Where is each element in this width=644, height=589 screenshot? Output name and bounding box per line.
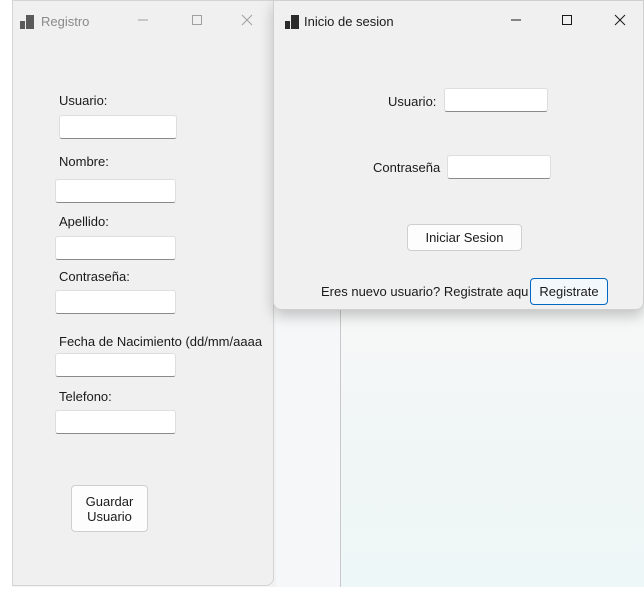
- login-usuario-label: Usuario:: [388, 94, 437, 109]
- apellido-field[interactable]: [55, 236, 176, 260]
- fecha-nacimiento-label: Fecha de Nacimiento (dd/mm/aaaa: [59, 334, 263, 349]
- registro-window: Registro Usuario: Nombre: Apellido: Cont…: [12, 0, 274, 586]
- login-contrasena-label: Contraseña: [373, 160, 441, 175]
- inicio-sesion-window: Inicio de sesion Usuario: Contraseña Ini…: [273, 0, 644, 310]
- maximize-icon[interactable]: [177, 5, 217, 35]
- usuario-field[interactable]: [59, 115, 177, 139]
- contrasena-label: Contraseña:: [59, 269, 130, 284]
- guardar-usuario-button[interactable]: Guardar Usuario: [71, 485, 148, 532]
- contrasena-field[interactable]: [55, 290, 176, 314]
- desktop-edge-left: [0, 0, 12, 589]
- minimize-icon[interactable]: [496, 5, 536, 35]
- registro-titlebar[interactable]: Registro: [13, 1, 273, 47]
- close-icon[interactable]: [227, 5, 267, 35]
- guardar-usuario-button-line1: Guardar: [85, 493, 134, 509]
- telefono-label: Telefono:: [59, 389, 112, 404]
- login-usuario-field[interactable]: [444, 88, 548, 112]
- minimize-icon[interactable]: [123, 5, 163, 35]
- registro-title: Registro: [41, 14, 90, 29]
- registrate-button[interactable]: Registrate: [530, 278, 608, 305]
- nombre-label: Nombre:: [59, 154, 109, 169]
- iniciar-sesion-button[interactable]: Iniciar Sesion: [407, 224, 522, 251]
- nombre-field[interactable]: [55, 179, 176, 203]
- inicio-sesion-title: Inicio de sesion: [304, 14, 394, 29]
- inicio-sesion-titlebar[interactable]: Inicio de sesion: [274, 1, 643, 47]
- telefono-field[interactable]: [55, 410, 176, 434]
- close-icon[interactable]: [600, 5, 640, 35]
- registro-prompt: Eres nuevo usuario? Registrate aqu: [321, 284, 529, 299]
- fecha-nacimiento-field[interactable]: [55, 353, 176, 377]
- background-app-window: [276, 300, 644, 589]
- app-window-icon: [284, 14, 300, 30]
- login-contrasena-field[interactable]: [447, 155, 551, 179]
- usuario-label: Usuario:: [59, 93, 108, 108]
- maximize-icon[interactable]: [547, 5, 587, 35]
- guardar-usuario-button-line2: Usuario: [87, 508, 132, 524]
- app-window-icon: [19, 14, 35, 30]
- apellido-label: Apellido:: [59, 214, 109, 229]
- background-app-pane: [341, 310, 644, 589]
